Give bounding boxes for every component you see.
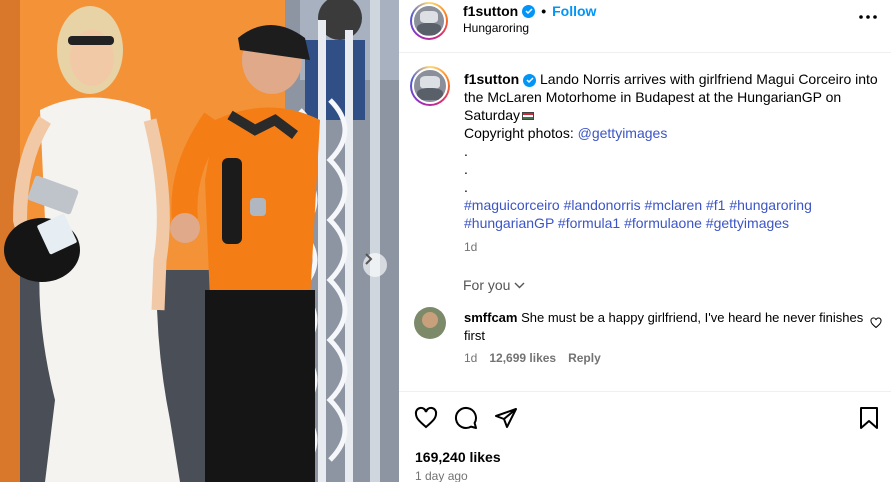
flag-icon bbox=[522, 112, 535, 121]
heart-icon[interactable] bbox=[870, 317, 882, 329]
author-avatar[interactable] bbox=[410, 2, 448, 40]
comment-button[interactable] bbox=[453, 405, 479, 431]
post-header: f1sutton • Follow Hungaroring bbox=[399, 0, 891, 53]
commenter-username[interactable]: smffcam bbox=[464, 310, 517, 325]
post-time: 1 day ago bbox=[415, 469, 468, 482]
caption-body: f1sutton Lando Norris arrives with girlf… bbox=[464, 70, 884, 256]
comment-text: She must be a happy girlfriend, I've hea… bbox=[464, 310, 864, 343]
author-row: f1sutton • Follow bbox=[463, 3, 596, 19]
hashtags-line-2[interactable]: #hungarianGP #formula1 #formulaone #gett… bbox=[464, 215, 789, 231]
caption-age: 1d bbox=[464, 240, 478, 254]
author-username[interactable]: f1sutton bbox=[463, 3, 518, 19]
caption-avatar[interactable] bbox=[410, 66, 450, 106]
caption-dot: . bbox=[464, 179, 468, 195]
verified-icon bbox=[522, 4, 536, 18]
copyright-label: Copyright photos: bbox=[464, 125, 574, 141]
share-button[interactable] bbox=[493, 405, 519, 431]
next-arrow-icon bbox=[365, 253, 373, 265]
copyright-handle-link[interactable]: @gettyimages bbox=[578, 125, 668, 141]
comment-likes[interactable]: 12,699 likes bbox=[489, 351, 556, 365]
post-photo[interactable] bbox=[0, 0, 399, 482]
chevron-down-icon bbox=[514, 282, 525, 288]
caption-username[interactable]: f1sutton bbox=[464, 71, 519, 87]
verified-icon bbox=[523, 73, 537, 87]
location-link[interactable]: Hungaroring bbox=[463, 21, 529, 35]
like-button[interactable] bbox=[413, 405, 439, 431]
reply-button[interactable]: Reply bbox=[568, 351, 601, 365]
bookmark-icon bbox=[860, 407, 878, 429]
separator-dot: • bbox=[541, 3, 547, 19]
caption-dot: . bbox=[464, 143, 468, 159]
hashtags-line-1[interactable]: #maguicorceiro #landonorris #mclaren #f1… bbox=[464, 197, 812, 213]
post-side-panel: f1sutton • Follow Hungaroring f1sutton L… bbox=[399, 0, 891, 482]
action-icons bbox=[413, 405, 519, 431]
commenter-avatar[interactable] bbox=[414, 307, 446, 339]
action-bar: 169,240 likes 1 day ago bbox=[399, 391, 891, 482]
for-you-label: For you bbox=[463, 277, 511, 293]
next-photo-button[interactable] bbox=[363, 253, 387, 277]
save-button[interactable] bbox=[856, 405, 882, 431]
photo-illustration bbox=[0, 0, 399, 482]
for-you-toggle[interactable]: For you bbox=[463, 277, 525, 293]
heart-icon bbox=[414, 406, 438, 429]
post-likes[interactable]: 169,240 likes bbox=[415, 449, 501, 465]
follow-button[interactable]: Follow bbox=[552, 3, 596, 19]
comment-body: smffcam She must be a happy girlfriend, … bbox=[464, 309, 864, 345]
comment-icon bbox=[454, 406, 477, 429]
comment-age: 1d bbox=[464, 351, 478, 365]
share-icon bbox=[495, 408, 517, 428]
more-options-icon[interactable] bbox=[857, 8, 879, 26]
caption-dot: . bbox=[464, 161, 468, 177]
comment-meta: 1d 12,699 likes Reply bbox=[464, 351, 601, 365]
